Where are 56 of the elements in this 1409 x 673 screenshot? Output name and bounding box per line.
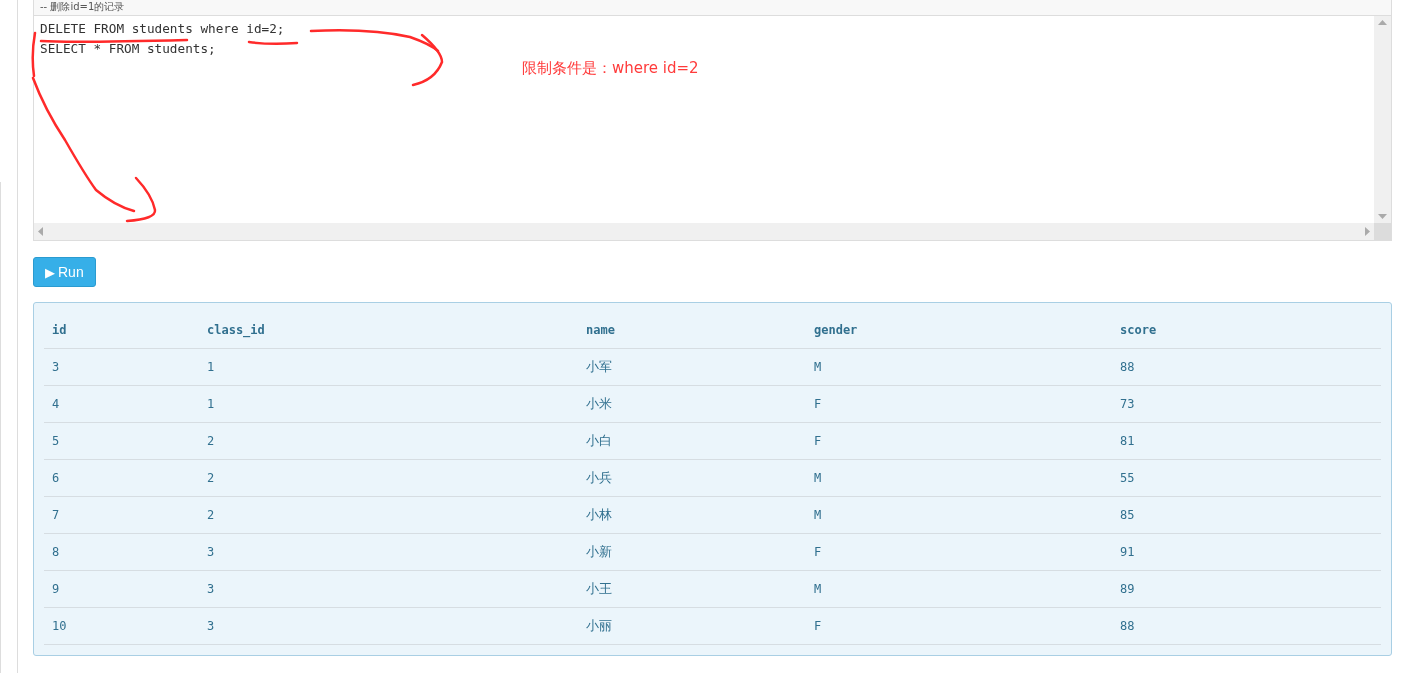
table-cell-text: 3: [206, 582, 216, 596]
table-cell-text: 85: [1119, 508, 1136, 522]
table-cell-text: 4: [51, 397, 61, 411]
table-cell-text: 小林: [585, 506, 613, 524]
table-cell-text: 小丽: [585, 617, 613, 635]
annotation-text: 限制条件是：where id=2: [522, 59, 699, 78]
code-line: SELECT * FROM students;: [40, 40, 217, 58]
table-cell-text: 89: [1119, 582, 1136, 596]
table-cell-text: 10: [51, 619, 68, 633]
table-cell-text: 88: [1119, 619, 1136, 633]
vertical-scrollbar[interactable]: [1374, 16, 1391, 223]
table-cell-text: 73: [1119, 397, 1136, 411]
table-cell-text: 2: [206, 434, 216, 448]
table-cell-text: 3: [51, 360, 61, 374]
table-cell-text: M: [813, 360, 823, 374]
column-header: id: [51, 323, 68, 337]
table-cell-text: M: [813, 582, 823, 596]
table-cell-text: 2: [206, 471, 216, 485]
column-header: class_id: [206, 323, 266, 337]
table-cell-text: 小兵: [585, 469, 613, 487]
table-cell-text: 6: [51, 471, 61, 485]
table-cell-text: M: [813, 508, 823, 522]
table-cell-text: 小米: [585, 395, 613, 413]
table-cell-text: 3: [206, 619, 216, 633]
table-cell-text: 小白: [585, 432, 613, 450]
run-button[interactable]: ▶ Run: [33, 257, 96, 287]
table-cell-text: M: [813, 471, 823, 485]
table-cell-text: 88: [1119, 360, 1136, 374]
table-cell-text: 5: [51, 434, 61, 448]
table-cell-text: 8: [51, 545, 61, 559]
table-cell-text: 小军: [585, 358, 613, 376]
table-cell-text: F: [813, 545, 823, 559]
scroll-right-icon[interactable]: [1365, 227, 1370, 236]
table-cell-text: 2: [206, 508, 216, 522]
scroll-left-icon[interactable]: [38, 227, 43, 236]
table-cell-text: F: [813, 397, 823, 411]
column-header: gender: [813, 323, 859, 337]
column-header: score: [1119, 323, 1158, 337]
column-header: name: [585, 323, 616, 337]
scroll-down-icon[interactable]: [1378, 214, 1387, 219]
table-cell-text: F: [813, 619, 823, 633]
table-cell-text: 7: [51, 508, 61, 522]
code-comment: -- 删除id=1的记录: [40, 0, 125, 14]
code-line: DELETE FROM students where id=2;: [40, 20, 286, 38]
table-cell-text: 9: [51, 582, 61, 596]
table-cell-text: 3: [206, 545, 216, 559]
table-cell-text: 81: [1119, 434, 1136, 448]
scroll-up-icon[interactable]: [1378, 20, 1387, 25]
table-cell-text: 小新: [585, 543, 613, 561]
horizontal-scrollbar[interactable]: [34, 223, 1374, 240]
table-cell-text: 91: [1119, 545, 1136, 559]
table-cell-text: 1: [206, 360, 216, 374]
table-cell-text: 55: [1119, 471, 1136, 485]
table-cell-text: F: [813, 434, 823, 448]
table-cell-text: 1: [206, 397, 216, 411]
table-cell-text: 小王: [585, 580, 613, 598]
